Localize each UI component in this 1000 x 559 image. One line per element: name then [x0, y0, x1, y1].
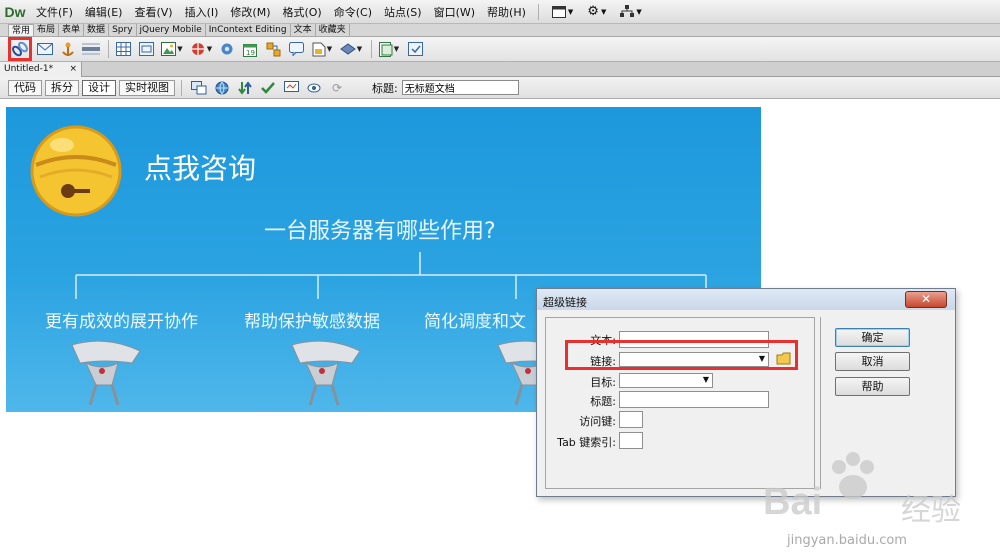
mascot-image	[291, 340, 361, 406]
svg-text:19: 19	[246, 49, 255, 57]
tab-favorites[interactable]: 收藏夹	[316, 24, 350, 36]
code-view-button[interactable]: 代码	[8, 79, 42, 96]
tab-incontext-editing[interactable]: InContext Editing	[206, 24, 291, 36]
dialog-title-bar[interactable]: 超级链接 ✕	[537, 289, 955, 310]
tab-forms[interactable]: 表单	[59, 24, 85, 36]
widget-icon[interactable]	[217, 39, 237, 59]
tab-layout[interactable]: 布局	[34, 24, 60, 36]
image-icon[interactable]: ▼	[159, 39, 185, 59]
named-anchor-icon[interactable]	[58, 39, 78, 59]
document-tabs: Untitled-1* ×	[0, 62, 1000, 77]
toolbar-separator	[181, 79, 182, 96]
cancel-button[interactable]: 取消	[835, 352, 910, 371]
menu-modify[interactable]: 修改(M)	[224, 4, 276, 20]
tab-jquery-mobile[interactable]: jQuery Mobile	[137, 24, 206, 36]
dreamweaver-logo: Dw	[4, 3, 26, 20]
paw-icon	[832, 452, 874, 499]
menu-view[interactable]: 查看(V)	[128, 4, 178, 20]
insert-div-icon[interactable]	[136, 39, 156, 59]
w3c-validation-icon[interactable]	[259, 79, 277, 97]
horizontal-rule-icon[interactable]	[81, 39, 101, 59]
hyperlink-icon[interactable]	[8, 37, 32, 61]
watermark-brand-cn: 经验	[901, 493, 961, 528]
tab-untitled-1[interactable]: Untitled-1* ×	[0, 62, 82, 77]
tab-text[interactable]: 文本	[291, 24, 316, 36]
server-include-icon[interactable]	[263, 39, 283, 59]
tab-spry[interactable]: Spry	[109, 24, 137, 36]
chevron-down-icon: ▼	[702, 375, 709, 384]
gear-icon[interactable]: ⚙ ▼	[580, 4, 613, 19]
document-tab-label: Untitled-1*	[4, 64, 54, 74]
visual-aids-icon[interactable]	[305, 79, 323, 97]
tab-index-label: Tab 键索引:	[557, 436, 616, 449]
ok-button[interactable]: 确定	[835, 328, 910, 347]
menu-format[interactable]: 格式(O)	[276, 4, 327, 20]
media-icon[interactable]: ▼	[188, 39, 214, 59]
tab-index-input[interactable]	[619, 432, 643, 449]
mascot-image	[71, 340, 141, 406]
live-view-button[interactable]: 实时视图	[119, 79, 175, 96]
toolbar-separator	[371, 40, 372, 58]
document-title-input[interactable]	[401, 80, 519, 95]
menu-insert[interactable]: 插入(I)	[179, 4, 225, 20]
help-button[interactable]: 帮助	[835, 377, 910, 396]
document-toolbar: 代码 拆分 设计 实时视图 ⟳ 标题:	[0, 77, 1000, 99]
menu-commands[interactable]: 命令(C)	[328, 4, 378, 20]
toolbar-separator	[108, 40, 109, 58]
access-key-input[interactable]	[619, 411, 643, 428]
menu-file[interactable]: 文件(F)	[30, 4, 79, 20]
email-link-icon[interactable]	[35, 39, 55, 59]
script-icon[interactable]: ▼	[338, 39, 364, 59]
target-select[interactable]: ▼	[619, 373, 713, 388]
title-input[interactable]	[619, 391, 769, 408]
check-browser-compatibility-icon[interactable]	[282, 79, 300, 97]
access-key-label: 访问键:	[579, 415, 616, 428]
file-management-icon[interactable]	[236, 79, 254, 97]
preview-in-browser-icon[interactable]	[213, 79, 231, 97]
close-icon[interactable]: ×	[69, 62, 77, 76]
insert-panel-tabs: 常用 布局 表单 数据 Spry jQuery Mobile InContext…	[0, 24, 1000, 37]
table-icon[interactable]	[113, 39, 133, 59]
watermark-brand: Bai	[763, 481, 823, 523]
design-view-button[interactable]: 设计	[82, 79, 116, 96]
watermark-url: jingyan.baidu.com	[787, 533, 907, 548]
dialog-title: 超级链接	[543, 296, 587, 309]
tab-common[interactable]: 常用	[8, 24, 35, 36]
title-label: 标题:	[590, 395, 616, 408]
menu-window[interactable]: 窗口(W)	[428, 4, 481, 20]
menu-site[interactable]: 站点(S)	[378, 4, 428, 20]
tree-connector-lines	[75, 252, 707, 299]
dialog-close-button[interactable]: ✕	[905, 291, 947, 308]
tab-data[interactable]: 数据	[84, 24, 110, 36]
site-icon[interactable]: ▼	[613, 5, 648, 18]
insert-toolbar: ▼ ▼ 19 ▼ ▼ ▼	[0, 37, 1000, 62]
link-field-highlight	[565, 340, 798, 370]
comment-icon[interactable]	[286, 39, 306, 59]
baidu-jingyan-watermark: Bai 经验 jingyan.baidu.com	[735, 445, 995, 555]
date-icon[interactable]: 19	[240, 39, 260, 59]
title-label: 标题:	[372, 81, 398, 95]
menu-help[interactable]: 帮助(H)	[481, 4, 532, 20]
menu-separator	[537, 3, 539, 20]
templates-icon[interactable]: ▼	[376, 39, 402, 59]
multiscreen-icon[interactable]	[190, 79, 208, 97]
layout-icon[interactable]: ▼	[545, 5, 580, 18]
refresh-icon[interactable]: ⟳	[328, 79, 346, 97]
head-icon[interactable]: ▼	[309, 39, 335, 59]
target-label: 目标:	[590, 376, 616, 389]
menu-bar: Dw 文件(F) 编辑(E) 查看(V) 插入(I) 修改(M) 格式(O) 命…	[0, 0, 1000, 24]
split-view-button[interactable]: 拆分	[45, 79, 79, 96]
menu-edit[interactable]: 编辑(E)	[79, 4, 129, 20]
tag-chooser-icon[interactable]	[405, 39, 425, 59]
